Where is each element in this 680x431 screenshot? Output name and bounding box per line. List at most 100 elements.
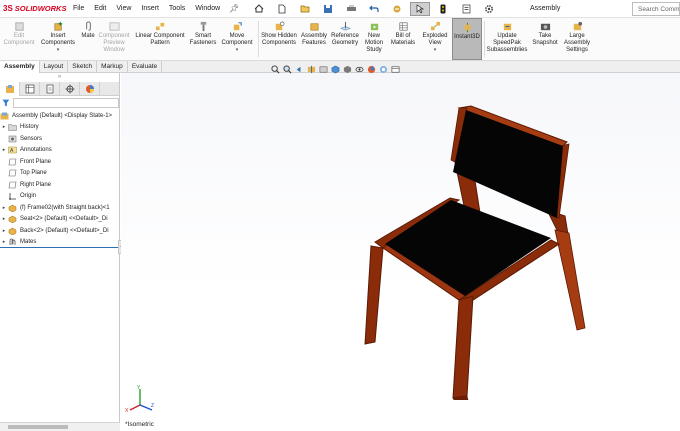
linear-component-pattern-button[interactable]: Linear Component Pattern	[133, 18, 187, 60]
tab-layout[interactable]: Layout	[40, 61, 69, 73]
zoom-to-fit-icon[interactable]	[271, 64, 280, 74]
move-component-button[interactable]: Move Component ▾	[219, 18, 255, 60]
exploded-view-button[interactable]: Exploded View ▾	[419, 18, 451, 60]
new-document-icon[interactable]	[272, 2, 292, 16]
hide-show-items-icon[interactable]	[355, 65, 364, 74]
tab-sketch[interactable]: Sketch	[68, 61, 98, 73]
update-speedpak-button[interactable]: Update SpeedPak Subassemblies	[486, 18, 528, 60]
smart-fasteners-button[interactable]: Smart Fasteners	[189, 18, 217, 60]
reference-triad-icon: Y X Z	[125, 385, 154, 413]
tree-item-mates[interactable]: ▸ Mates	[0, 237, 119, 248]
tree-item-sensors[interactable]: Sensors	[0, 133, 119, 145]
reference-geometry-button[interactable]: Reference Geometry	[329, 18, 361, 60]
tab-assembly[interactable]: Assembly	[0, 61, 40, 73]
save-icon[interactable]	[318, 2, 338, 16]
expand-arrow-icon[interactable]: ▸	[0, 228, 8, 234]
instant3d-button[interactable]: Instant3D	[452, 18, 482, 60]
zoom-to-area-icon[interactable]	[283, 64, 292, 74]
filter-funnel-icon[interactable]	[2, 99, 10, 107]
feature-tree-scrollbar[interactable]	[0, 422, 120, 431]
chevron-down-icon[interactable]: ▾	[236, 47, 239, 54]
tree-item-origin[interactable]: Origin	[0, 191, 119, 203]
print-icon[interactable]	[341, 2, 361, 16]
search-commands-input[interactable]: Search Comm	[632, 2, 680, 16]
rebuild-icon[interactable]	[387, 2, 407, 16]
traffic-light-icon[interactable]	[433, 2, 453, 16]
menu-window[interactable]: Window	[190, 0, 225, 18]
display-manager-icon	[85, 85, 94, 93]
tree-item-top-plane[interactable]: Top Plane	[0, 168, 119, 180]
assembly-icon	[0, 112, 9, 120]
tree-item-frame-component[interactable]: ▸ (f) Frame02(with Straight back)<1	[0, 202, 119, 214]
view-settings-icon[interactable]	[391, 65, 400, 74]
expand-arrow-icon[interactable]: ▸	[0, 216, 8, 222]
edit-appearance-icon[interactable]	[367, 65, 376, 74]
tree-root-assembly[interactable]: Assembly (Default) <Display State-1>	[0, 110, 119, 122]
tree-item-right-plane[interactable]: Right Plane	[0, 179, 119, 191]
configuration-manager-tab[interactable]	[40, 82, 60, 96]
apply-scene-icon[interactable]	[379, 65, 388, 74]
tree-item-annotations[interactable]: ▸ A Annotations	[0, 145, 119, 157]
edit-component-button[interactable]: Edit Component	[1, 18, 37, 60]
options-gear-icon[interactable]	[479, 2, 499, 16]
document-title: Assembly	[530, 5, 561, 12]
chevron-down-icon[interactable]: ▾	[57, 47, 60, 54]
chair-seat-panel[interactable]	[385, 200, 551, 296]
property-manager-tab[interactable]	[20, 82, 40, 96]
chair-3d-model[interactable]	[355, 100, 595, 400]
panel-grip[interactable]: »	[0, 73, 119, 82]
select-arrow-icon[interactable]	[410, 1, 431, 16]
menu-tools[interactable]: Tools	[164, 0, 190, 18]
part-icon	[8, 215, 17, 224]
title-bar: 3S SOLIDWORKS File Edit View Insert Tool…	[0, 0, 680, 18]
menu-edit[interactable]: Edit	[89, 0, 111, 18]
plane-icon	[8, 181, 17, 189]
tree-item-history[interactable]: ▸ History	[0, 122, 119, 134]
expand-arrow-icon[interactable]: ▸	[0, 205, 8, 211]
large-assembly-settings-button[interactable]: Large Assembly Settings	[562, 18, 592, 60]
dimxpert-manager-tab[interactable]	[60, 82, 80, 96]
menu-insert[interactable]: Insert	[136, 0, 164, 18]
expand-arrow-icon[interactable]: ▸	[0, 239, 8, 245]
previous-view-icon[interactable]	[295, 65, 304, 74]
expand-arrow-icon[interactable]: ▸	[0, 147, 8, 153]
feature-tree-tab[interactable]	[0, 82, 20, 96]
display-style-icon[interactable]	[343, 65, 352, 74]
display-manager-tab[interactable]	[80, 82, 100, 96]
section-view-icon[interactable]	[307, 65, 316, 74]
menu-view[interactable]: View	[111, 0, 136, 18]
undo-icon[interactable]	[364, 2, 384, 16]
bill-of-materials-button[interactable]: Bill of Materials	[388, 18, 418, 60]
tree-item-seat-component[interactable]: ▸ Seat<2> (Default) <<Default>_Di	[0, 214, 119, 226]
filter-input[interactable]	[12, 97, 119, 108]
motion-study-icon	[370, 23, 378, 31]
show-hidden-components-button[interactable]: Show Hidden Components	[260, 18, 298, 60]
solidworks-logo[interactable]: 3S SOLIDWORKS	[0, 0, 68, 18]
home-icon[interactable]	[249, 2, 269, 16]
assembly-features-button[interactable]: Assembly Features	[299, 18, 329, 60]
open-icon[interactable]	[295, 2, 315, 16]
scrollbar-thumb[interactable]	[8, 425, 68, 429]
speedpak-icon	[503, 23, 511, 31]
view-orientation-icon[interactable]	[331, 65, 340, 74]
tree-item-front-plane[interactable]: Front Plane	[0, 156, 119, 168]
expand-arrow-icon[interactable]: ▸	[0, 124, 8, 130]
feature-manager-tabs	[0, 82, 119, 96]
take-snapshot-button[interactable]: Take Snapshot	[530, 18, 560, 60]
menu-file[interactable]: File	[68, 0, 89, 18]
menu-bar: File Edit View Insert Tools Window	[68, 0, 225, 18]
dynamic-annotation-icon[interactable]	[319, 65, 328, 74]
insert-components-button[interactable]: Insert Components ▾	[38, 18, 78, 60]
component-preview-window-button[interactable]: Component Preview Window	[98, 18, 130, 60]
preview-window-icon	[108, 22, 120, 31]
feature-tree-icon	[5, 85, 14, 93]
pin-icon[interactable]: 📌︎	[225, 4, 243, 13]
dimxpert-crosshair-icon	[65, 84, 74, 94]
tab-evaluate[interactable]: Evaluate	[128, 61, 163, 73]
file-properties-icon[interactable]	[456, 2, 476, 16]
new-motion-study-button[interactable]: New Motion Study	[362, 18, 386, 60]
tree-item-back-component[interactable]: ▸ Back<2> (Default) <<Default>_Di	[0, 225, 119, 237]
mate-button[interactable]: Mate	[78, 18, 98, 60]
chevron-down-icon[interactable]: ▾	[434, 47, 437, 54]
tab-markup[interactable]: Markup	[97, 61, 128, 73]
